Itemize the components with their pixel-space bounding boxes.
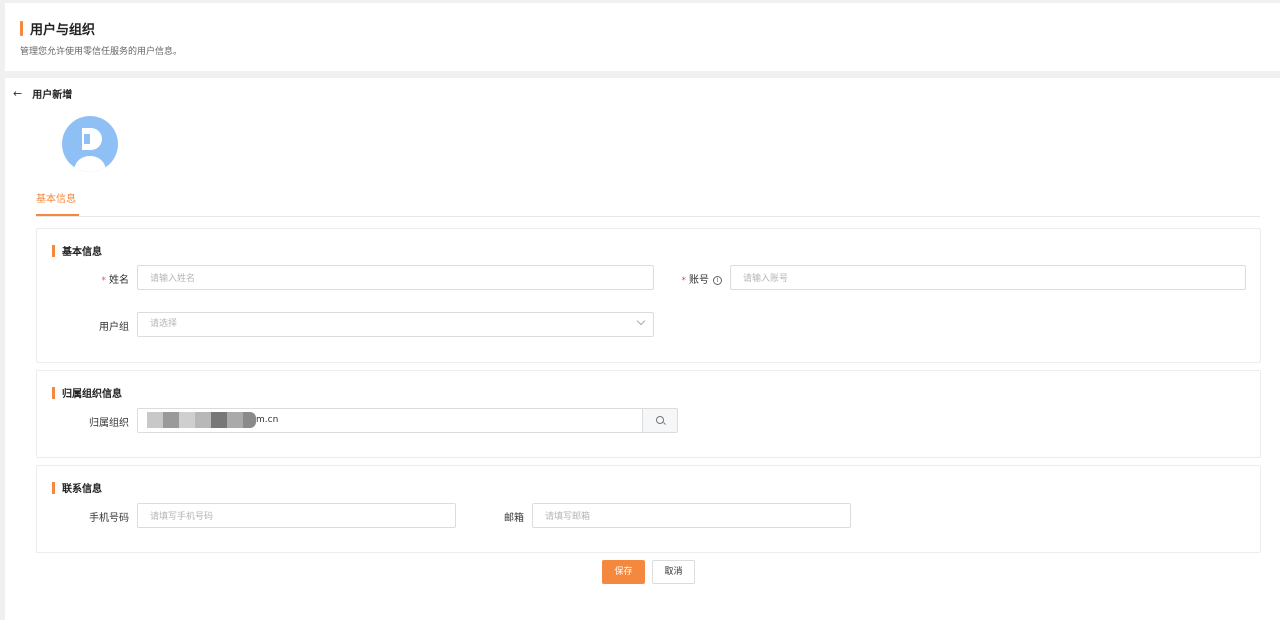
content-panel: ← 用户新增 基本信息 基本信息 *姓名 *账号i 用户组 请选择 [5,78,1280,620]
required-mark: * [101,276,107,286]
section-org-info: 归属组织信息 归属组织 m.cn [36,370,1261,458]
account-label: * 账号 i [667,271,722,286]
title-accent-bar [20,21,23,36]
section-accent-bar [52,386,55,399]
account-input[interactable] [730,265,1246,290]
redacted-block [163,412,179,428]
phone-input[interactable] [137,503,456,528]
name-input[interactable] [137,265,654,290]
user-group-placeholder: 请选择 [150,319,178,329]
section-accent-bar [52,481,55,494]
avatar[interactable] [62,116,118,172]
arrow-left-icon[interactable]: ← [13,87,22,100]
email-input[interactable] [532,503,851,528]
email-label: 邮箱 [504,513,524,524]
page-title-row: 用户与组织 [20,19,95,38]
section-accent-bar [52,244,55,257]
user-group-label: 用户组 [99,322,129,333]
org-input[interactable]: m.cn [137,408,643,433]
user-silhouette-icon [74,128,106,172]
tab-basic-info[interactable]: 基本信息 [36,190,79,216]
account-label-text: 账号 [689,275,709,286]
required-mark: * [681,276,687,286]
subpage-title: 用户新增 [32,90,73,101]
name-label-text: 姓名 [109,275,129,286]
tab-bar: 基本信息 [36,180,1260,217]
redacted-block [211,412,227,428]
search-icon [656,416,664,424]
back-row: ← 用户新增 [13,86,72,101]
section-header: 基本信息 [52,243,102,258]
redacted-block [179,412,195,428]
chevron-down-icon [636,316,646,326]
section-basic-info: 基本信息 *姓名 *账号i 用户组 请选择 [36,228,1261,363]
save-button[interactable]: 保存 [602,560,645,584]
phone-label: 手机号码 [89,513,129,524]
section-contact-info: 联系信息 手机号码 邮箱 [36,465,1261,553]
page-title: 用户与组织 [30,23,96,38]
redacted-block [243,412,256,428]
redacted-block [227,412,243,428]
info-icon[interactable]: i [713,275,722,285]
redacted-block [147,412,163,428]
section-header: 联系信息 [52,480,102,495]
name-label: * 姓名 [77,271,130,286]
org-value-suffix: m.cn [256,415,279,425]
section-header: 归属组织信息 [52,385,122,400]
org-search-button[interactable] [643,408,678,433]
cancel-button[interactable]: 取消 [652,560,695,584]
section-title: 基本信息 [62,247,102,258]
page-header: 用户与组织 管理您允许使用零信任服务的用户信息。 [5,3,1280,71]
org-label: 归属组织 [89,418,129,429]
redacted-block [195,412,211,428]
user-group-select[interactable]: 请选择 [137,312,654,337]
section-title: 联系信息 [62,484,102,495]
page-description: 管理您允许使用零信任服务的用户信息。 [20,47,183,57]
section-title: 归属组织信息 [62,389,122,400]
